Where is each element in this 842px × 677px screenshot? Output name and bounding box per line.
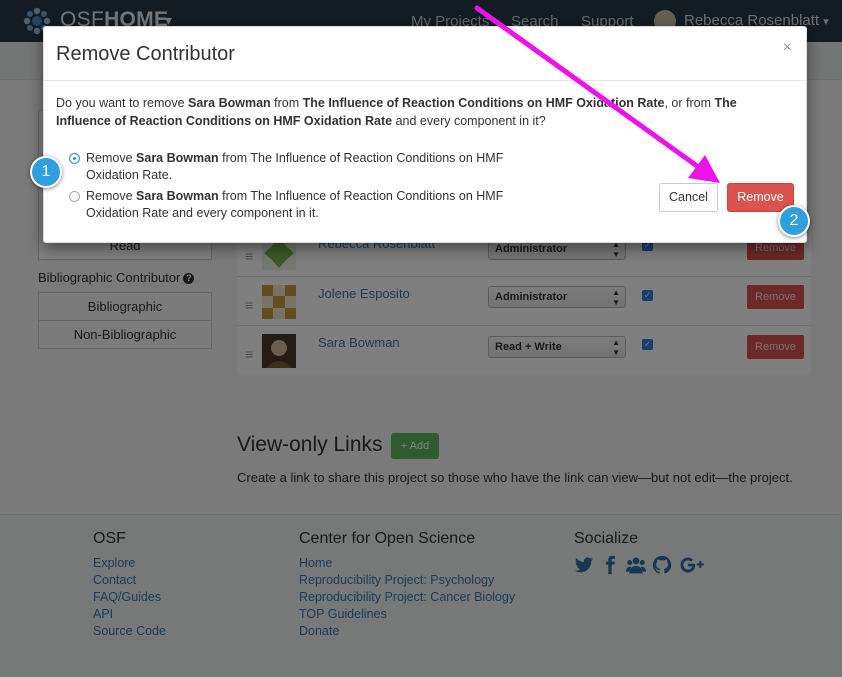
step-callout-2: 2	[778, 205, 810, 237]
annotation-arrow	[474, 5, 720, 183]
step-callout-1: 1	[30, 156, 62, 188]
